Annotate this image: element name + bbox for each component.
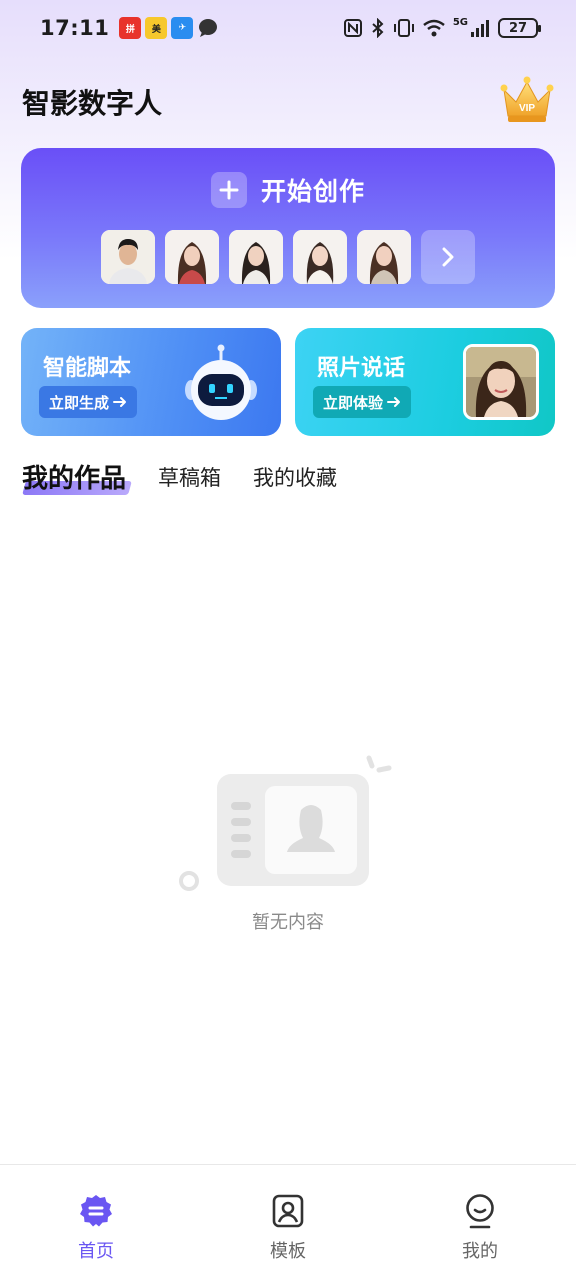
system-icons: 5G 27	[343, 18, 541, 38]
works-tabs: 我的作品 草稿箱 我的收藏	[22, 458, 337, 495]
bluetooth-icon	[372, 18, 384, 38]
wifi-icon	[423, 19, 445, 37]
generate-now-button[interactable]: 立即生成	[39, 386, 138, 418]
smart-script-card[interactable]: 智能脚本 立即生成	[21, 328, 281, 436]
status-bar: 17:11 拼 美 ✈ 5G 27	[0, 0, 576, 56]
empty-state-illustration	[179, 755, 392, 891]
try-now-button[interactable]: 立即体验	[313, 386, 412, 418]
avatar-list	[101, 230, 475, 284]
nav-home[interactable]: 首页	[0, 1165, 192, 1280]
arrow-right-icon	[387, 397, 401, 407]
tab-drafts[interactable]: 草稿箱	[158, 462, 221, 492]
bottom-navigation: 首页 模板 我的	[0, 1164, 576, 1280]
nav-home-label: 首页	[78, 1241, 114, 1262]
travel-app-icon: ✈	[171, 17, 194, 39]
start-create-header[interactable]: 开始创作	[21, 172, 555, 208]
start-create-label: 开始创作	[260, 177, 365, 206]
battery-indicator: 27	[498, 18, 541, 38]
start-create-card[interactable]: 开始创作	[21, 148, 555, 308]
empty-state-text: 暂无内容	[252, 912, 324, 933]
avatar-male[interactable]	[101, 230, 155, 284]
avatar-female-3[interactable]	[293, 230, 347, 284]
vip-label: VIP	[519, 103, 535, 114]
chat-bubble-icon	[199, 19, 218, 37]
notification-icons: 拼 美 ✈	[119, 17, 219, 39]
robot-icon	[185, 344, 257, 420]
nav-profile[interactable]: 我的	[384, 1165, 576, 1280]
profile-icon	[466, 1194, 494, 1229]
tab-my-works[interactable]: 我的作品	[22, 458, 126, 495]
vibrate-icon	[393, 19, 414, 37]
cellular-signal-icon: 5G	[453, 18, 491, 38]
app-title: 智影数字人	[22, 87, 163, 120]
nav-profile-label: 我的	[462, 1241, 498, 1262]
avatar-female-1[interactable]	[165, 230, 219, 284]
tab-favorites[interactable]: 我的收藏	[253, 462, 337, 492]
meituan-app-icon: 美	[145, 17, 168, 39]
chevron-right-icon	[442, 247, 454, 267]
try-now-label: 立即体验	[323, 393, 384, 412]
avatar-female-4[interactable]	[357, 230, 411, 284]
nav-templates[interactable]: 模板	[192, 1165, 384, 1280]
photo-talk-card[interactable]: 照片说话 立即体验	[295, 328, 555, 436]
smart-script-title: 智能脚本	[43, 356, 132, 381]
more-avatars-button[interactable]	[421, 230, 475, 284]
arrow-right-icon	[113, 397, 127, 407]
generate-now-label: 立即生成	[49, 393, 110, 412]
nfc-icon	[343, 19, 362, 37]
photo-talk-title: 照片说话	[317, 356, 406, 381]
home-icon	[80, 1195, 112, 1227]
vip-crown-icon[interactable]: VIP	[498, 74, 556, 126]
nav-templates-label: 模板	[270, 1241, 306, 1262]
portrait-photo	[463, 344, 539, 420]
shopping-app-icon: 拼	[119, 17, 142, 39]
avatar-female-2[interactable]	[229, 230, 283, 284]
plus-icon	[210, 172, 247, 208]
status-time: 17:11	[40, 16, 110, 40]
template-icon	[272, 1194, 304, 1228]
network-type: 5G	[452, 17, 468, 28]
